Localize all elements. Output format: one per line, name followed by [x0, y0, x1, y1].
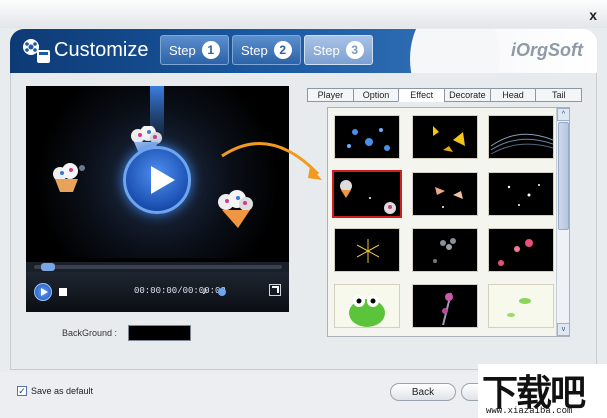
seek-handle[interactable] [41, 263, 56, 271]
stars-effect-icon [507, 184, 540, 206]
leaves-effect-icon [507, 298, 531, 317]
film-reel-icon [23, 39, 50, 63]
back-button[interactable]: Back [390, 383, 456, 401]
effect-thumbnail-cupcakes-selected[interactable] [332, 170, 402, 218]
flowers-effect-icon [442, 292, 453, 326]
fireworks-effect-icon [356, 239, 380, 263]
settings-tabs: Player Option Effect Decorate Head Tail [307, 88, 583, 102]
scroll-up-icon[interactable]: ^ [557, 108, 570, 121]
step-2-label: Step [241, 42, 268, 58]
effect-thumbnail-leaves[interactable] [488, 284, 554, 328]
page-title: Customize [54, 39, 149, 61]
butterfly-effect-icon [433, 126, 465, 152]
bubbles-effect-icon [347, 128, 390, 151]
save-default-checkbox[interactable]: ✓ [17, 386, 27, 396]
customize-window: x Customize Step 1 Step 2 Step 3 iOrgSof… [0, 0, 607, 418]
birds-effect-icon [435, 187, 463, 208]
effect-thumbnail-butterflies[interactable] [412, 115, 478, 159]
effect-thumbnail-bubbles[interactable] [334, 115, 400, 159]
volume-icon[interactable]: ♪ [202, 285, 214, 297]
step-3-number: 3 [345, 41, 364, 59]
step-2-button[interactable]: Step 2 [232, 35, 301, 65]
tab-decorate[interactable]: Decorate [444, 88, 490, 102]
hearts-effect-icon [498, 239, 533, 266]
save-default-label: Save as default [31, 386, 94, 396]
frog-effect-icon [349, 295, 385, 327]
waves-effect-icon [490, 133, 553, 155]
tab-tail[interactable]: Tail [535, 88, 583, 102]
stop-icon[interactable] [59, 288, 67, 296]
seek-track [34, 265, 282, 269]
step-1-number: 1 [201, 41, 220, 59]
effect-thumbnail-petals[interactable] [412, 228, 478, 272]
effect-thumbnail-waves[interactable] [488, 115, 554, 159]
background-label: BackGround : [62, 328, 118, 338]
close-button[interactable]: x [589, 7, 597, 23]
effect-grid-scrollbar[interactable]: ^ v [556, 108, 570, 336]
seek-bar[interactable] [26, 262, 289, 272]
tab-head[interactable]: Head [489, 88, 536, 102]
background-color-swatch[interactable] [128, 325, 191, 341]
volume-slider[interactable] [218, 288, 226, 296]
tab-effect[interactable]: Effect [398, 88, 445, 102]
tab-option[interactable]: Option [352, 88, 399, 102]
cupcake-left-icon [53, 163, 85, 192]
watermark-logo: 下载吧 www.xiazaiba.com [478, 364, 607, 418]
brand-logo: iOrgSoft [511, 40, 583, 60]
save-as-default-option[interactable]: ✓ Save as default [17, 386, 93, 396]
arrow-icon [221, 142, 322, 180]
effect-thumbnail-flowers[interactable] [412, 284, 478, 328]
scroll-thumb[interactable] [558, 122, 569, 230]
scroll-down-icon[interactable]: v [557, 323, 570, 336]
cupcakes-effect-icon [340, 180, 396, 214]
effect-thumbnail-fireworks[interactable] [334, 228, 400, 272]
step-1-label: Step [169, 42, 196, 58]
effect-thumbnail-stars[interactable] [488, 172, 554, 216]
effect-grid [327, 107, 570, 337]
fullscreen-icon[interactable] [269, 284, 281, 296]
play-icon[interactable] [34, 283, 52, 301]
big-play-button[interactable] [123, 146, 191, 214]
petals-effect-icon [433, 238, 456, 263]
header-banner: Customize Step 1 Step 2 Step 3 iOrgSoft [10, 29, 597, 73]
video-preview: 00:00:00/00:00:02 ♪ [26, 86, 289, 312]
step-1-button[interactable]: Step 1 [160, 35, 229, 65]
step-2-number: 2 [273, 41, 292, 59]
effect-thumbnail-birds[interactable] [412, 172, 478, 216]
title-bar: x [0, 0, 607, 28]
tab-player[interactable]: Player [307, 88, 353, 102]
effect-thumbnail-frog[interactable] [334, 284, 400, 328]
effect-thumbnail-hearts[interactable] [488, 228, 554, 272]
watermark-url: www.xiazaiba.com [486, 406, 573, 416]
step-3-button[interactable]: Step 3 [304, 35, 373, 65]
step-3-label: Step [313, 42, 340, 58]
header-curve [410, 29, 500, 73]
cupcake-right-icon [218, 190, 253, 228]
player-controls: 00:00:00/00:00:02 ♪ [26, 272, 289, 312]
